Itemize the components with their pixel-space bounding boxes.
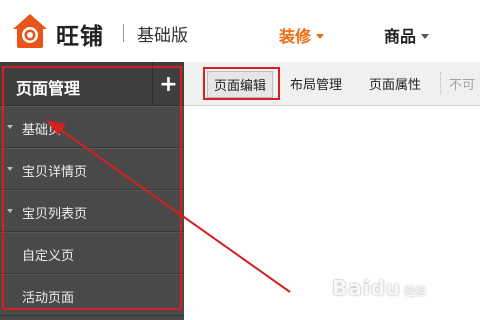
tab-page-edit[interactable]: 页面编辑 xyxy=(207,71,274,98)
page-manager-sidebar: 页面管理 + 基础页 宝贝详情页 宝贝列表页 自定义页 活动页面 xyxy=(0,62,184,320)
nav-goods-label: 商品 xyxy=(384,27,417,46)
toolbar-divider xyxy=(440,72,441,94)
sidebar-item-item-list-page[interactable]: 宝贝列表页 xyxy=(0,190,184,232)
sidebar-item-basic-page[interactable]: 基础页 xyxy=(0,106,184,148)
tab-disabled: 不可 xyxy=(449,78,476,93)
edition-label: 基础版 xyxy=(137,26,188,46)
sidebar-title: 页面管理 xyxy=(16,79,81,98)
house-logo-icon[interactable] xyxy=(10,10,50,50)
sidebar-item-event-page[interactable]: 活动页面 xyxy=(0,274,184,316)
sidebar-item-label: 活动页面 xyxy=(22,291,75,306)
nav-decorate[interactable]: 装修 xyxy=(279,23,325,47)
sidebar-item-label: 自定义页 xyxy=(22,249,75,264)
tab-page-properties[interactable]: 页面属性 xyxy=(369,74,421,93)
expand-triangle-icon[interactable] xyxy=(7,125,13,129)
add-page-button[interactable]: + xyxy=(152,62,184,106)
brand-divider xyxy=(123,24,124,42)
expand-triangle-icon[interactable] xyxy=(7,209,13,213)
watermark-subtext: 经验 xyxy=(404,285,426,298)
sidebar-item-label: 宝贝详情页 xyxy=(22,165,88,180)
sidebar-item-item-detail-page[interactable]: 宝贝详情页 xyxy=(0,148,184,190)
page-toolbar: 页面编辑 布局管理 页面属性 不可 xyxy=(184,62,480,106)
top-header: 旺铺 基础版 装修 商品 xyxy=(0,0,480,62)
sidebar-item-custom-page[interactable]: 自定义页 xyxy=(0,232,184,274)
expand-triangle-icon[interactable] xyxy=(7,167,13,171)
tab-layout-manage[interactable]: 布局管理 xyxy=(290,74,342,93)
sidebar-header: 页面管理 + xyxy=(0,62,184,106)
nav-goods[interactable]: 商品 xyxy=(384,23,430,47)
brand-name: 旺铺 xyxy=(56,24,104,50)
watermark-text: Baidu xyxy=(332,276,402,300)
chevron-down-icon xyxy=(421,33,430,39)
chevron-down-icon xyxy=(316,33,325,39)
nav-decorate-label: 装修 xyxy=(279,27,312,46)
sidebar-item-label: 宝贝列表页 xyxy=(22,207,88,222)
sidebar-item-label: 基础页 xyxy=(22,123,62,138)
